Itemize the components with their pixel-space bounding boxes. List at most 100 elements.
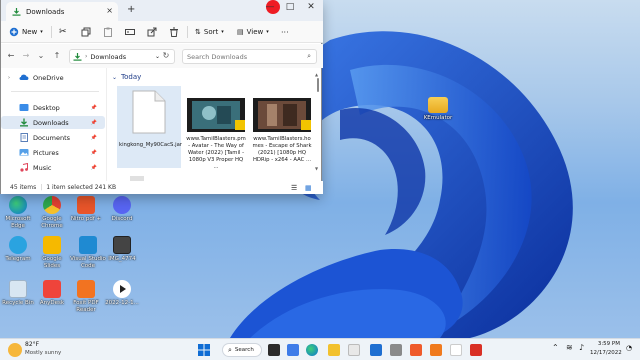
scroll-down-icon[interactable]: ▼ xyxy=(315,166,318,171)
sidebar-item-downloads[interactable]: Downloads 📌 xyxy=(1,116,105,129)
breadcrumb-chevron-icon: › xyxy=(85,53,88,60)
taskbar-search[interactable]: ⌕ Search xyxy=(222,343,262,357)
notepad-icon[interactable] xyxy=(390,344,402,356)
notification-bell-icon[interactable]: ◔ xyxy=(626,344,632,352)
share-button[interactable] xyxy=(147,25,157,39)
address-row: ← → ⌄ ↑ › Downloads ⌄ ↻ ⌕ xyxy=(1,44,323,68)
chevron-down-icon: ▾ xyxy=(221,29,224,35)
cut-button[interactable]: ✂ xyxy=(59,25,67,39)
sort-button-label: Sort xyxy=(203,28,219,36)
app-icon[interactable] xyxy=(450,344,462,356)
desktop-icon-nitro-pdf[interactable]: Nitro pdf + xyxy=(68,196,104,223)
details-view-icon[interactable]: ☰ xyxy=(291,184,297,192)
desktop-icon-recycle-bin[interactable]: Recycle Bin xyxy=(0,280,36,307)
downloads-icon xyxy=(73,52,82,61)
weather-temperature[interactable]: 82°F xyxy=(25,341,39,348)
file-item[interactable]: www.TamilBlasters.pm - Avatar - The Way … xyxy=(184,86,248,170)
desktop-icon-google-chrome[interactable]: Google Chrome xyxy=(34,196,70,229)
desktop-icon-label: KEmulator xyxy=(423,115,453,121)
expand-chevron-icon[interactable]: › xyxy=(8,75,10,81)
file-name: kingkong_My90CacS.jar xyxy=(119,142,182,148)
up-arrow-icon[interactable]: ↑ xyxy=(52,51,62,60)
desktop-icon-google-slides[interactable]: Google Slides xyxy=(34,236,70,269)
sort-button[interactable]: ⇅ Sort ▾ xyxy=(195,25,224,39)
vlc-icon[interactable] xyxy=(430,344,442,356)
task-view-icon[interactable] xyxy=(268,344,280,356)
blank-file-icon xyxy=(132,90,166,134)
desktop-icon-label: Discord xyxy=(111,216,133,222)
search-box[interactable]: ⌕ xyxy=(182,49,317,64)
desktop-icon-telegram[interactable]: Telegram xyxy=(0,236,36,263)
desktop-icon-foxit-pdf[interactable]: Foxit PDF Reader xyxy=(68,280,104,313)
mail-icon[interactable] xyxy=(370,344,382,356)
pin-icon: 📌 xyxy=(90,104,97,111)
desktop-icon-img-4774[interactable]: IMG_4774 xyxy=(104,236,140,263)
search-input[interactable] xyxy=(187,52,297,61)
forward-arrow-icon[interactable]: → xyxy=(21,51,31,60)
clock-time[interactable]: 3:59 PM xyxy=(594,341,620,347)
edge-icon[interactable] xyxy=(306,344,318,356)
scroll-up-icon[interactable]: ▲ xyxy=(315,72,318,77)
sidebar-item-music[interactable]: Music 📌 xyxy=(1,161,105,174)
desktop-icon-recording[interactable]: 2022-12-1... xyxy=(104,280,140,307)
scrollbar-thumb[interactable] xyxy=(317,78,319,92)
desktop-icon-kemulator[interactable]: KEmulator xyxy=(420,97,456,122)
maximize-button[interactable]: □ xyxy=(283,2,297,12)
widgets-icon[interactable] xyxy=(287,344,299,356)
foxit-pdf-icon xyxy=(77,280,95,298)
start-windows-icon[interactable] xyxy=(198,344,210,356)
desktop-icon-label: Nitro pdf + xyxy=(70,216,102,222)
copy-button[interactable] xyxy=(81,25,91,39)
more-options-button[interactable]: ··· xyxy=(281,25,289,39)
clock-date[interactable]: 12/17/2022 xyxy=(590,350,622,356)
screen-recorder-icon[interactable] xyxy=(470,344,482,356)
back-arrow-icon[interactable]: ← xyxy=(6,51,16,60)
volume-icon[interactable]: ♪ xyxy=(579,343,584,352)
delete-button[interactable] xyxy=(169,25,179,39)
sort-icon: ⇅ xyxy=(195,28,201,36)
desktop-icon-vscode[interactable]: Visual Studio Code xyxy=(70,236,106,269)
file-item[interactable]: www.TamilBlasters.ho mes - Escape of Sha… xyxy=(250,86,314,168)
sidebar-item-pictures[interactable]: Pictures 📌 xyxy=(1,146,105,159)
view-button[interactable]: ▤ View ▾ xyxy=(237,25,269,39)
desktop-icon-microsoft-edge[interactable]: Microsoft Edge xyxy=(0,196,36,229)
close-button[interactable]: ✕ xyxy=(304,2,318,12)
desktop-icon-anydesk[interactable]: AnyDesk xyxy=(34,280,70,307)
tiles-view-icon[interactable]: ▦ xyxy=(305,184,312,192)
desktop-icon-discord[interactable]: Discord xyxy=(104,196,140,223)
tab-downloads[interactable]: Downloads × xyxy=(6,2,118,21)
show-hidden-icons-chevron-icon[interactable]: ⌃ xyxy=(552,343,559,352)
search-icon: ⌕ xyxy=(307,52,311,60)
file-item[interactable]: kingkong_My90CacS.jar xyxy=(117,86,182,168)
sidebar-item-desktop[interactable]: Desktop 📌 xyxy=(1,101,105,114)
sidebar-item-onedrive[interactable]: › OneDrive xyxy=(1,71,105,84)
rename-button[interactable] xyxy=(125,25,135,39)
group-header-today[interactable]: ⌄ Today xyxy=(112,73,141,81)
weather-description[interactable]: Mostly sunny xyxy=(25,350,61,356)
file-explorer-window: Downloads × + — □ ✕ New ▾ ✂ ⇅ Sort ▾ ▤ V… xyxy=(0,0,323,194)
paste-button[interactable] xyxy=(103,25,113,39)
microsoft-store-icon[interactable] xyxy=(348,344,360,356)
file-explorer-icon[interactable] xyxy=(328,344,340,356)
music-folder-icon xyxy=(20,163,28,172)
file-name: www.TamilBlasters.ho mes - Escape of Sha… xyxy=(252,136,312,163)
minimize-button[interactable]: — xyxy=(263,2,277,12)
address-bar[interactable]: › Downloads ⌄ xyxy=(69,49,175,64)
discord-icon xyxy=(113,196,131,214)
sidebar-item-documents[interactable]: Documents 📌 xyxy=(1,131,105,144)
sidebar-item-label: Downloads xyxy=(33,118,69,127)
wifi-icon[interactable]: ≋ xyxy=(566,343,573,352)
new-button[interactable]: New ▾ xyxy=(9,25,43,39)
pictures-folder-icon xyxy=(19,149,29,156)
refresh-icon[interactable]: ↻ xyxy=(161,51,171,60)
vertical-scrollbar[interactable]: ▲ ▼ xyxy=(315,72,320,172)
address-dropdown-icon[interactable]: ⌄ xyxy=(155,53,160,60)
brave-icon[interactable] xyxy=(410,344,422,356)
new-tab-button[interactable]: + xyxy=(127,4,135,15)
status-divider: | xyxy=(40,184,43,191)
recent-chevron-icon[interactable]: ⌄ xyxy=(36,51,46,60)
tab-close-icon[interactable]: × xyxy=(106,6,113,15)
nitro-pdf-icon xyxy=(77,196,95,214)
paste-icon xyxy=(104,27,112,37)
weather-sun-icon[interactable] xyxy=(8,343,22,357)
